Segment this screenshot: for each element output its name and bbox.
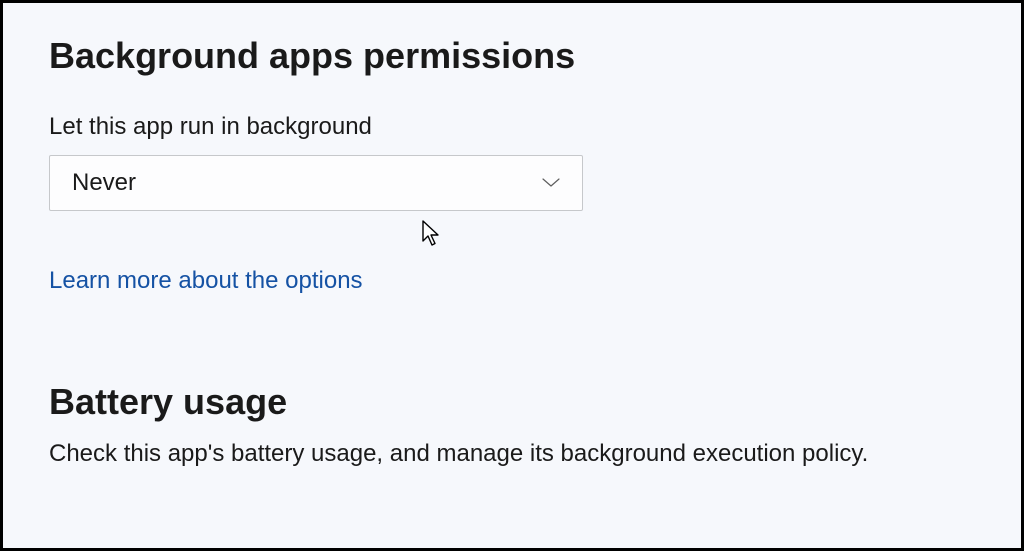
dropdown-selected-value: Never	[72, 169, 136, 197]
learn-more-link[interactable]: Learn more about the options	[49, 267, 363, 295]
cursor-icon	[421, 219, 443, 247]
battery-usage-description: Check this app's battery usage, and mana…	[49, 437, 929, 471]
background-apps-heading: Background apps permissions	[49, 35, 975, 77]
chevron-down-icon	[542, 178, 560, 188]
battery-usage-heading: Battery usage	[49, 381, 975, 423]
background-run-dropdown[interactable]: Never	[49, 155, 583, 211]
background-run-label: Let this app run in background	[49, 113, 975, 141]
